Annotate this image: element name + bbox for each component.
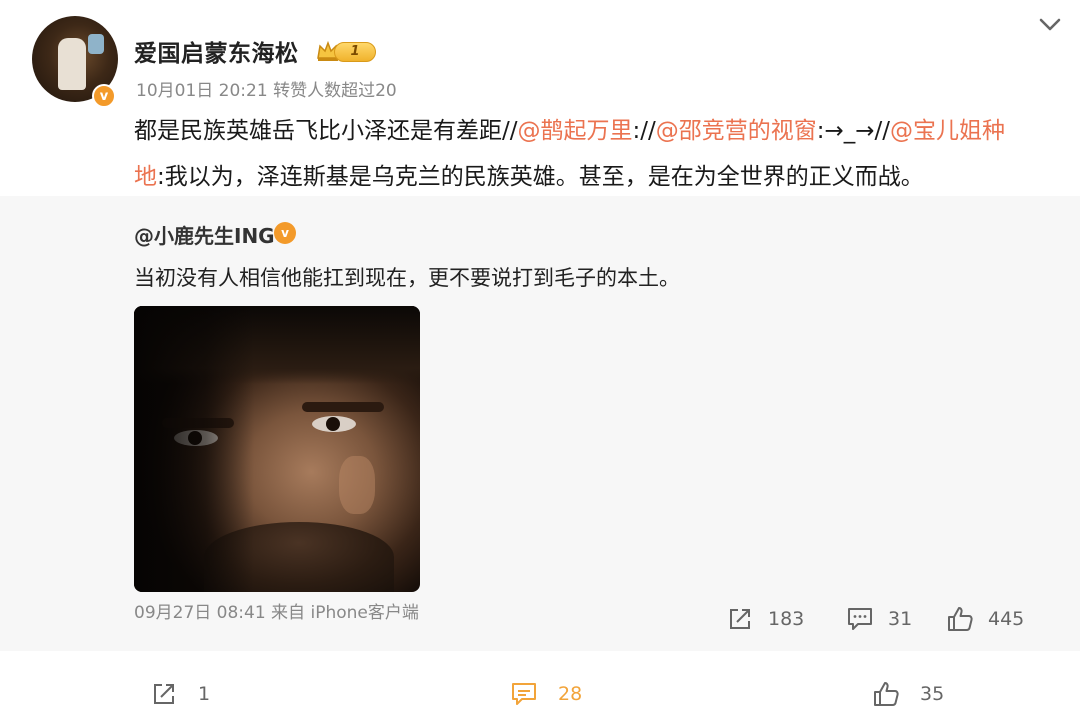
repost-author-name[interactable]: @小鹿先生ING — [134, 220, 275, 249]
post-meta: 10月01日 20:21 转赞人数超过20 — [136, 76, 397, 101]
avatar-figure — [58, 38, 86, 90]
share-icon — [730, 609, 750, 629]
verified-icon: v — [274, 222, 296, 244]
repost-comment-button[interactable]: 31 — [846, 604, 912, 634]
repost-like-count: 445 — [988, 608, 1025, 630]
post-text-prefix: 都是民族英雄岳飞比小泽还是有差距// — [134, 118, 518, 144]
chevron-down-icon[interactable] — [1036, 10, 1064, 38]
post-body: 都是民族英雄岳飞比小泽还是有差距//@鹊起万里://@邵竞营的视窗:→_→//@… — [134, 108, 1054, 200]
like-icon — [874, 682, 899, 706]
image-brow — [302, 402, 384, 412]
image-nose — [339, 456, 375, 514]
repost-like-button[interactable]: 445 — [946, 604, 1024, 634]
like-count: 35 — [920, 683, 945, 705]
repost-image[interactable] — [134, 306, 420, 592]
mention-link[interactable]: @邵竞营的视窗 — [656, 118, 817, 144]
original-post: v 爱国启蒙东海松 1 10月01日 20:21 转赞人数超过20 都是民族英雄… — [0, 0, 1080, 196]
comment-icon — [512, 683, 536, 705]
image-eye — [312, 416, 356, 432]
repost-meta: 09月27日 08:41 来自 iPhone客户端 — [134, 603, 419, 623]
image-shadow — [134, 306, 254, 592]
like-icon — [948, 607, 973, 631]
comment-icon — [848, 608, 872, 630]
vip-level: 1 — [334, 42, 376, 62]
mention-link[interactable]: 地 — [134, 164, 157, 190]
repost-body: 当初没有人相信他能扛到现在，更不要说打到毛子的本土。 — [134, 266, 680, 290]
post-separator: :→_→// — [816, 118, 891, 144]
reposted-post[interactable]: @小鹿先生ING v 当初没有人相信他能扛到现在，更不要说打到毛子的本土。 09… — [0, 196, 1080, 651]
post-repost-note: 转赞人数超过20 — [273, 81, 397, 101]
share-count: 1 — [198, 683, 211, 705]
share-button[interactable]: 1 — [150, 679, 210, 709]
share-icon — [154, 684, 174, 704]
post-timestamp: 10月01日 20:21 — [136, 81, 268, 101]
mention-link[interactable]: @鹊起万里 — [518, 118, 633, 144]
comment-count: 28 — [558, 683, 583, 705]
mention-link[interactable]: @宝儿姐种 — [890, 118, 1005, 144]
avatar-lamp — [88, 34, 104, 54]
vip-badge[interactable]: 1 — [316, 38, 378, 64]
verified-icon: v — [92, 84, 116, 108]
repost-share-count: 183 — [768, 608, 805, 630]
action-bar: 1 28 35 — [0, 651, 1080, 726]
post-separator: :// — [632, 118, 656, 144]
post-text-suffix: :我以为，泽连斯基是乌克兰的民族英雄。甚至，是在为全世界的正义而战。 — [157, 164, 924, 190]
repost-comment-count: 31 — [888, 608, 913, 630]
like-button[interactable]: 35 — [872, 679, 944, 709]
comment-button[interactable]: 28 — [510, 679, 582, 709]
post-author-name[interactable]: 爱国启蒙东海松 — [134, 34, 299, 68]
repost-share-button[interactable]: 183 — [726, 604, 804, 634]
